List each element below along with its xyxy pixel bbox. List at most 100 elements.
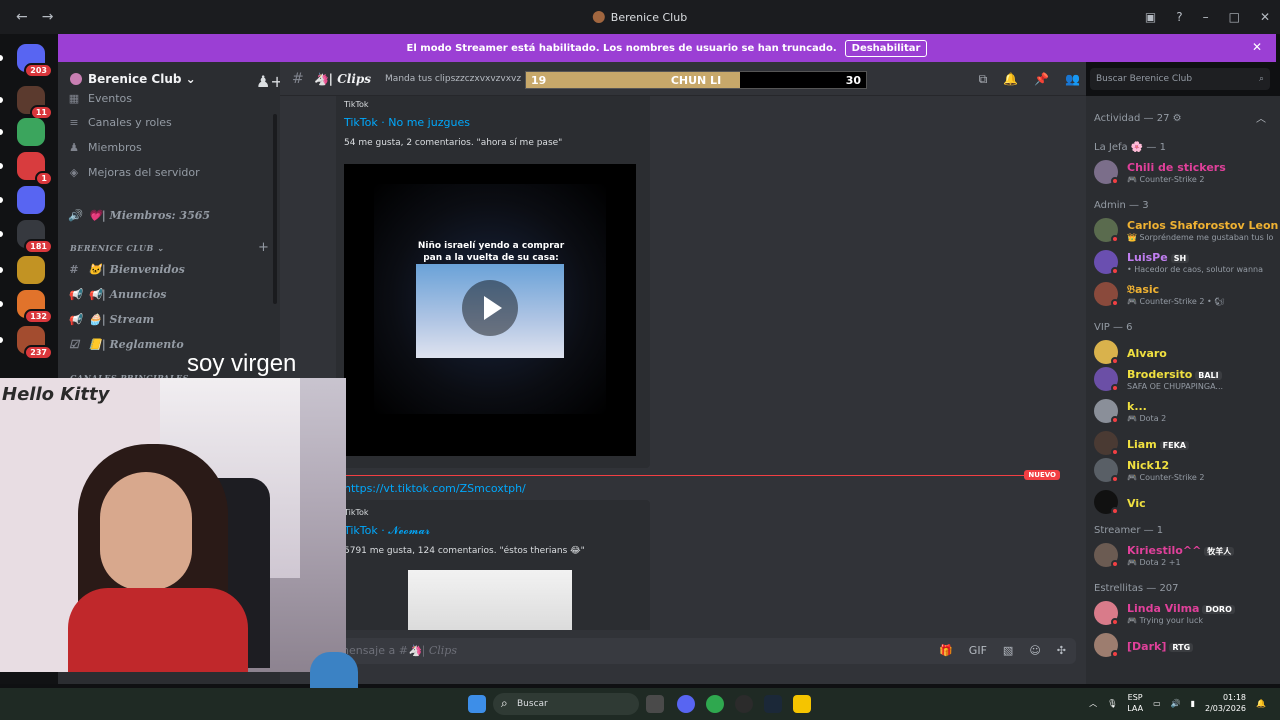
unread-badge: 1 <box>35 171 53 186</box>
gif-icon[interactable]: GIF <box>969 644 987 657</box>
taskbar-search[interactable]: Buscar <box>493 693 639 715</box>
member-list-icon[interactable]: 👥 <box>1065 72 1080 87</box>
embed-provider: TikTok <box>344 508 369 517</box>
play-icon[interactable] <box>462 280 518 336</box>
network-icon[interactable]: ▭ <box>1153 699 1161 708</box>
apps-icon[interactable]: ✣ <box>1057 644 1066 657</box>
activity-heading[interactable]: Actividad — 27 ⚙ <box>1094 113 1182 124</box>
message-url-link[interactable]: https://vt.tiktok.com/ZSmcoxtph/ <box>344 482 526 495</box>
webcam-overlay: Hello Kitty <box>0 378 346 672</box>
chrome-taskbar-icon[interactable] <box>706 695 724 713</box>
server-icon[interactable]: 11 <box>17 86 53 120</box>
member-row[interactable]: k... 🎮 Dota 2 <box>1094 397 1274 425</box>
emoji-icon[interactable]: ☺ <box>1029 644 1040 657</box>
pin-icon[interactable]: 📌 <box>1034 72 1049 87</box>
server-icon[interactable]: 203 <box>17 44 53 78</box>
embed-video[interactable]: Niño israelí yendo a comprar pan a la vu… <box>344 164 636 456</box>
server-icon[interactable] <box>17 256 45 284</box>
channel-bienvenidos[interactable]: # 🐱| Bienvenidos <box>68 263 184 276</box>
server-icon[interactable] <box>17 118 45 146</box>
member-row[interactable]: Kiriestilo^^ 牧羊人 🎮 Dota 2 +1 <box>1094 541 1274 569</box>
inbox-icon[interactable]: ▣ <box>1145 10 1156 24</box>
desktop: ← → Berenice Club ▣ ? – □ ✕ 203 11 1 181 132… <box>0 0 1280 720</box>
embed-video-thumbnail[interactable] <box>408 570 572 630</box>
discord-taskbar-icon[interactable] <box>677 695 695 713</box>
channel-label: 🧁| Stream <box>88 313 155 326</box>
sticker-icon[interactable]: ▧ <box>1003 644 1013 657</box>
clan-tag: FEKA <box>1159 441 1189 450</box>
language-indicator[interactable]: ESP LAA <box>1127 692 1143 714</box>
member-row[interactable]: Vic <box>1094 488 1274 516</box>
help-icon[interactable]: ? <box>1176 10 1182 24</box>
member-row[interactable]: Nick12 🎮 Counter-Strike 2 <box>1094 456 1274 484</box>
unread-pip <box>0 301 3 307</box>
channel-anuncios[interactable]: 📢 📢| Anuncios <box>68 288 166 301</box>
sidebar-item-label: Miembros <box>88 141 142 154</box>
embed-title-link[interactable]: TikTok · 𝓝𝓮𝓸𝓶𝓪𝓻 <box>344 524 430 538</box>
threads-icon[interactable]: ⧉ <box>979 72 988 87</box>
maximize-icon[interactable]: □ <box>1229 10 1240 24</box>
server-icon[interactable]: 181 <box>17 220 53 254</box>
member-name-text: Kiriestilo^^ <box>1127 544 1202 557</box>
unread-pip <box>0 55 3 61</box>
minimize-icon[interactable]: – <box>1203 10 1209 24</box>
invite-member-icon[interactable]: ♟+ <box>256 72 280 91</box>
server-icon[interactable] <box>17 186 45 214</box>
disable-streamer-button[interactable]: Deshabilitar <box>844 39 928 57</box>
forward-arrow-icon[interactable]: → <box>42 9 54 25</box>
member-row[interactable]: LuisPe SH • Hacedor de caos, solutor wanna <box>1094 248 1274 276</box>
collapse-chevron-icon[interactable]: ︿ <box>1256 110 1266 125</box>
notification-icon[interactable]: 🔔 <box>1256 699 1266 708</box>
channel-reglamento[interactable]: ☑ 📒| Reglamento <box>68 338 184 351</box>
channel-topic[interactable]: Manda tus clipszzczxvxvzvxvz!! <box>385 74 521 84</box>
server-icon[interactable]: 132 <box>17 290 53 324</box>
back-arrow-icon[interactable]: ← <box>16 9 28 25</box>
lang-layout: LAA <box>1127 704 1144 713</box>
microphone-icon[interactable]: 🎙 <box>1107 699 1117 708</box>
system-tray: ︿ 🎙 ESP LAA ▭ 🔊 ▮ 01:18 2/03/2026 🔔 <box>1089 692 1266 714</box>
member-row[interactable]: 𝔅asic 🎮 Counter-Strike 2 • 🐿 <box>1094 280 1274 308</box>
sidebar-item-channels-roles[interactable]: ≡ Canales y roles <box>68 116 171 129</box>
close-window-icon[interactable]: ✕ <box>1260 10 1270 24</box>
category-berenice-club[interactable]: BERENICE CLUB ⌄ <box>70 243 164 253</box>
member-row[interactable]: Liam FEKA <box>1094 429 1274 457</box>
status-dot-icon <box>1111 267 1119 275</box>
member-row[interactable]: Carlos Shaforostov Leon 👑 Sorpréndeme me … <box>1094 216 1278 244</box>
create-channel-icon[interactable]: + <box>258 240 269 255</box>
member-name: [Dark] RTG <box>1127 640 1194 653</box>
search-input[interactable]: Buscar Berenice Club ⌕ <box>1090 68 1270 90</box>
member-row[interactable]: [Dark] RTG <box>1094 631 1274 659</box>
bell-icon[interactable]: 🔔 <box>1003 72 1018 87</box>
unread-pip <box>0 231 3 237</box>
battery-icon[interactable]: ▮ <box>1191 699 1195 708</box>
obs-taskbar-icon[interactable] <box>735 695 753 713</box>
sidebar-item-members[interactable]: ♟ Miembros <box>68 141 142 154</box>
member-row[interactable]: Brodersito BALI SAFA OE CHUPAPINGA... <box>1094 365 1274 393</box>
task-view-icon[interactable] <box>646 695 664 713</box>
clock[interactable]: 01:18 2/03/2026 <box>1205 692 1246 714</box>
steam-taskbar-icon[interactable] <box>764 695 782 713</box>
sidebar-scrollbar[interactable] <box>273 114 277 304</box>
server-icon[interactable]: 237 <box>17 326 53 360</box>
member-row[interactable]: Linda Vilma DORO 🎮 Trying your luck <box>1094 599 1274 627</box>
member-row[interactable]: Alvaro <box>1094 338 1274 366</box>
server-icon[interactable]: 1 <box>17 152 53 186</box>
volume-icon[interactable]: 🔊 <box>1171 699 1181 708</box>
member-count-channel[interactable]: 🔊 💗| Miembros: 3565 <box>68 209 210 222</box>
member-name-text: Chili de stickers <box>1127 161 1226 174</box>
guild-header[interactable]: Berenice Club ⌄ <box>58 62 280 96</box>
rules-icon: ☑ <box>69 338 79 351</box>
sidebar-item-boosts[interactable]: ◈ Mejoras del servidor <box>68 166 200 179</box>
health-right-value: 30 <box>845 74 861 87</box>
sidebar-item-events[interactable]: ▦ Eventos <box>68 92 132 105</box>
close-banner-icon[interactable]: ✕ <box>1252 40 1262 54</box>
taskbar-search-label: Buscar <box>517 699 548 709</box>
member-status: 🎮 Counter-Strike 2 <box>1127 175 1205 184</box>
channel-stream[interactable]: 📢 🧁| Stream <box>68 313 154 326</box>
windows-start-icon[interactable] <box>468 695 486 713</box>
tray-chevron-icon[interactable]: ︿ <box>1089 698 1097 709</box>
app-taskbar-icon[interactable] <box>793 695 811 713</box>
gift-icon[interactable]: 🎁 <box>939 644 953 657</box>
member-row[interactable]: Chili de stickers 🎮 Counter-Strike 2 <box>1094 158 1274 186</box>
embed-title-link[interactable]: TikTok · No me juzgues <box>344 116 470 129</box>
